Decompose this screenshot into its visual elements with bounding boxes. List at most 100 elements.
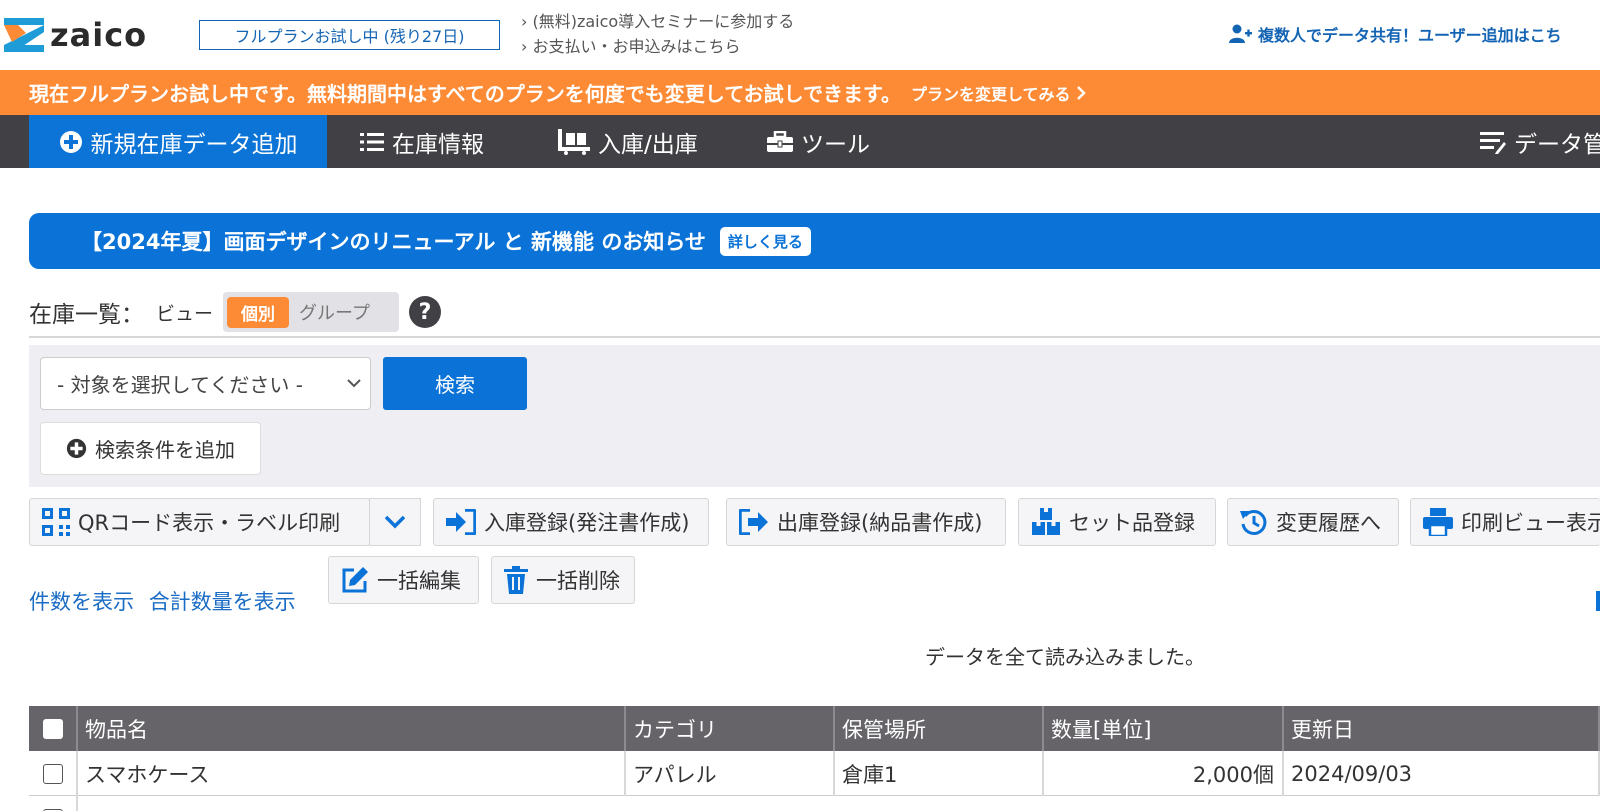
print-view-button[interactable]: 印刷ビュー表示 (1410, 498, 1600, 546)
set-product-label: セット品登録 (1069, 511, 1195, 535)
bulk-edit-button[interactable]: 一括編集 (328, 556, 479, 604)
select-all-cell (29, 706, 78, 751)
nav-stock-io-label: 入庫/出庫 (598, 131, 698, 158)
nav-stock-io[interactable]: 入庫/出庫 (558, 115, 698, 168)
boxes-icon (1032, 508, 1060, 535)
header-updated[interactable]: 更新日 (1284, 706, 1600, 751)
logo-text: zaico (50, 16, 148, 54)
header-quantity[interactable]: 数量[単位] (1044, 706, 1284, 751)
nav-data-management[interactable]: データ管 (1480, 115, 1600, 168)
sign-in-icon (446, 509, 476, 535)
main-nav: 新規在庫データ追加 在庫情報 入庫/出庫 ツール データ管 (0, 115, 1600, 168)
plus-circle-icon (66, 438, 87, 459)
search-button[interactable]: 検索 (383, 357, 527, 410)
row-select-cell (29, 751, 78, 796)
trial-banner: 現在フルプランお試し中です。無料期間中はすべてのプランを何度でも変更してお試しで… (0, 70, 1600, 115)
nav-new-item-label: 新規在庫データ追加 (90, 131, 298, 158)
payment-link[interactable]: › お支払い・お申込みはこちら (521, 34, 794, 59)
trial-banner-message: 現在フルプランお試し中です。無料期間中はすべてのプランを何度でも変更してお試しで… (29, 82, 901, 106)
search-target-value: - 対象を選択してください - (57, 373, 303, 397)
nav-inventory[interactable]: 在庫情報 (360, 115, 484, 168)
qr-dropdown-toggle[interactable] (369, 498, 421, 546)
edit-icon (342, 567, 368, 593)
inventory-list-header: 在庫一覧： ビュー 個別 グループ ? (29, 291, 442, 333)
view-individual-option[interactable]: 個別 (227, 296, 290, 328)
printer-icon (1423, 508, 1453, 536)
header-category[interactable]: カテゴリ (626, 706, 835, 751)
table-row[interactable]: スマホケース アパレル 倉庫1 2,000個 2024/09/03 (29, 751, 1600, 796)
view-label: ビュー (156, 302, 214, 325)
trial-badge[interactable]: フルプランお試し中 (残り27日) (199, 20, 500, 50)
print-view-label: 印刷ビュー表示 (1461, 511, 1600, 535)
nav-tools[interactable]: ツール (767, 115, 870, 168)
chevron-right-icon (1076, 85, 1086, 100)
history-icon (1240, 509, 1267, 535)
toolbox-icon (767, 130, 793, 152)
ship-register-label: 出庫登録(納品書作成) (777, 511, 983, 535)
bulk-delete-label: 一括削除 (536, 569, 620, 593)
top-links: › (無料)zaico導入セミナーに参加する › お支払い・お申込みはこちら (521, 9, 794, 59)
chevron-down-icon (384, 515, 406, 529)
receive-register-label: 入庫登録(発注書作成) (484, 511, 690, 535)
qr-label-button-label: QRコード表示・ラベル印刷 (78, 511, 341, 535)
seminar-link[interactable]: › (無料)zaico導入セミナーに参加する (521, 9, 794, 34)
add-user-icon (1229, 24, 1252, 43)
top-header: zaico フルプランお試し中 (残り27日) › (無料)zaico導入セミナ… (0, 0, 1600, 70)
add-user-link[interactable]: 複数人でデータ共有！ユーザー追加はこち (1228, 22, 1562, 46)
ship-register-button[interactable]: 出庫登録(納品書作成) (726, 498, 1006, 546)
data-list-icon (1480, 131, 1506, 154)
change-history-label: 変更履歴へ (1276, 511, 1381, 535)
table-header-row: 物品名 カテゴリ 保管場所 数量[単位] 更新日 (29, 706, 1600, 751)
change-plan-label: プランを変更してみる (911, 84, 1071, 104)
cell-updated: 2024/09/03 (1284, 751, 1600, 796)
show-total-link[interactable]: 合計数量を表示 (149, 590, 296, 614)
cell-category: アパレル (626, 751, 835, 796)
set-product-button[interactable]: セット品登録 (1018, 498, 1216, 546)
table-row-partial (29, 796, 1600, 811)
row-select-cell (29, 796, 78, 811)
change-plan-link[interactable]: プランを変更してみる (911, 81, 1087, 105)
edge-indicator (1596, 591, 1600, 611)
add-user-link-label: 複数人でデータ共有！ユーザー追加はこち (1258, 26, 1562, 45)
count-links: 件数を表示 合計数量を表示 (29, 586, 304, 616)
zaico-logo-mark-icon (4, 18, 44, 52)
nav-tools-label: ツール (801, 131, 870, 158)
announcement-banner: 【2024年夏】画面デザインのリニューアル と 新機能 のお知らせ 詳しく見る (29, 213, 1600, 269)
qr-label-button[interactable]: QRコード表示・ラベル印刷 (29, 498, 370, 546)
zaico-logo[interactable]: zaico (4, 18, 147, 52)
search-target-select[interactable]: - 対象を選択してください - (40, 357, 371, 410)
announcement-more-button[interactable]: 詳しく見る (719, 226, 811, 256)
view-toggle: 個別 グループ (223, 292, 400, 332)
select-all-checkbox[interactable] (42, 718, 63, 739)
search-panel: - 対象を選択してください - 検索 検索条件を追加 (29, 345, 1600, 487)
add-condition-label: 検索条件を追加 (95, 438, 235, 462)
chevron-down-icon (347, 379, 361, 388)
bulk-edit-label: 一括編集 (377, 569, 461, 593)
bulk-delete-button[interactable]: 一括削除 (491, 556, 635, 604)
receive-register-button[interactable]: 入庫登録(発注書作成) (433, 498, 709, 546)
change-history-button[interactable]: 変更履歴へ (1227, 498, 1399, 546)
row-checkbox[interactable] (42, 763, 63, 784)
help-icon[interactable]: ? (409, 296, 442, 328)
trash-icon (504, 566, 528, 594)
header-divider (29, 336, 1600, 338)
add-condition-button[interactable]: 検索条件を追加 (40, 422, 261, 475)
announcement-title: 【2024年夏】画面デザインのリニューアル と 新機能 のお知らせ (81, 230, 706, 254)
nav-new-item[interactable]: 新規在庫データ追加 (29, 115, 327, 168)
nav-inventory-label: 在庫情報 (392, 131, 484, 158)
view-group-option[interactable]: グループ (299, 299, 370, 325)
cell-location: 倉庫1 (835, 751, 1044, 796)
data-loaded-message: データを全て読み込みました。 (925, 645, 1205, 669)
header-item-name[interactable]: 物品名 (78, 706, 626, 751)
dolly-icon (558, 128, 590, 155)
qr-code-icon (42, 508, 70, 536)
list-icon (360, 132, 384, 151)
nav-data-management-label: データ管 (1514, 131, 1600, 158)
plus-circle-icon (59, 130, 82, 153)
header-location[interactable]: 保管場所 (835, 706, 1044, 751)
sign-out-icon (739, 509, 768, 535)
page-title: 在庫一覧： (29, 302, 144, 328)
cell-quantity: 2,000個 (1044, 751, 1284, 796)
cell-item-name[interactable]: スマホケース (78, 751, 626, 796)
show-count-link[interactable]: 件数を表示 (29, 590, 134, 614)
